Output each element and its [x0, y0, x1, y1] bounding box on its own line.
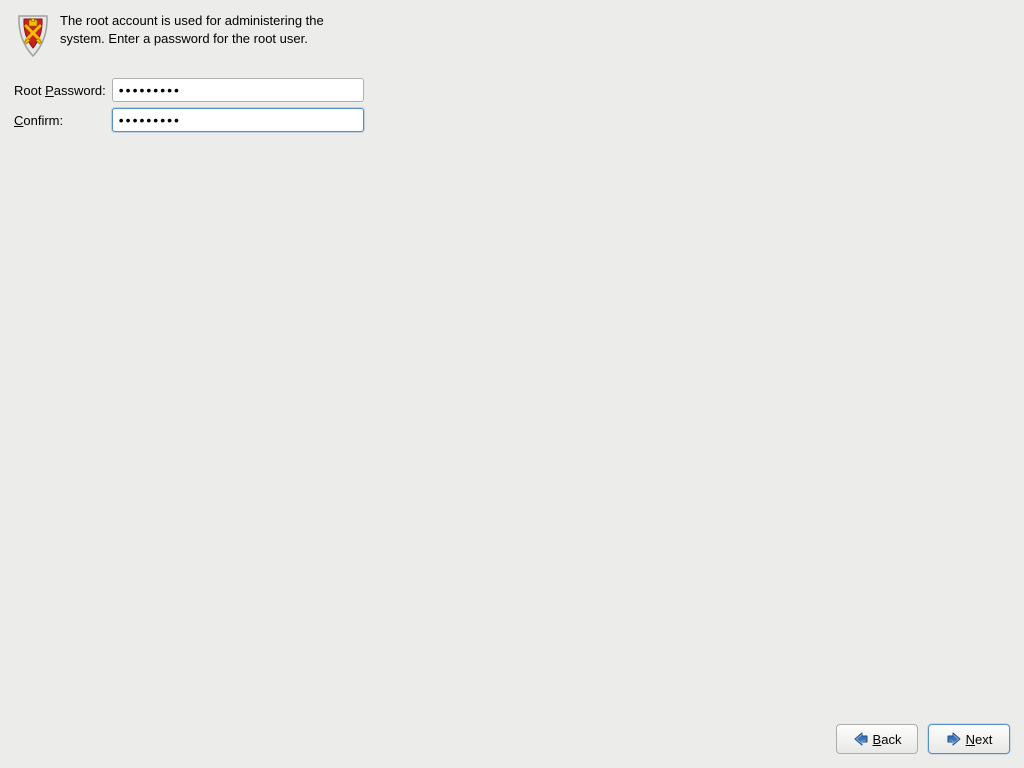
confirm-password-label: Confirm:: [14, 113, 63, 128]
root-password-page: The root account is used for administeri…: [0, 0, 1024, 150]
page-description: The root account is used for administeri…: [60, 12, 350, 47]
password-form: Root Password: Confirm:: [14, 72, 364, 138]
arrow-left-icon: [853, 731, 869, 747]
back-button[interactable]: Back: [836, 724, 918, 754]
confirm-password-input[interactable]: [112, 108, 364, 132]
next-button[interactable]: Next: [928, 724, 1010, 754]
navigation-buttons: Back Next: [836, 724, 1010, 754]
arrow-right-icon: [946, 731, 962, 747]
root-password-label: Root Password:: [14, 83, 106, 98]
shield-icon: [14, 12, 52, 60]
header-row: The root account is used for administeri…: [14, 12, 1010, 60]
root-password-input[interactable]: [112, 78, 364, 102]
